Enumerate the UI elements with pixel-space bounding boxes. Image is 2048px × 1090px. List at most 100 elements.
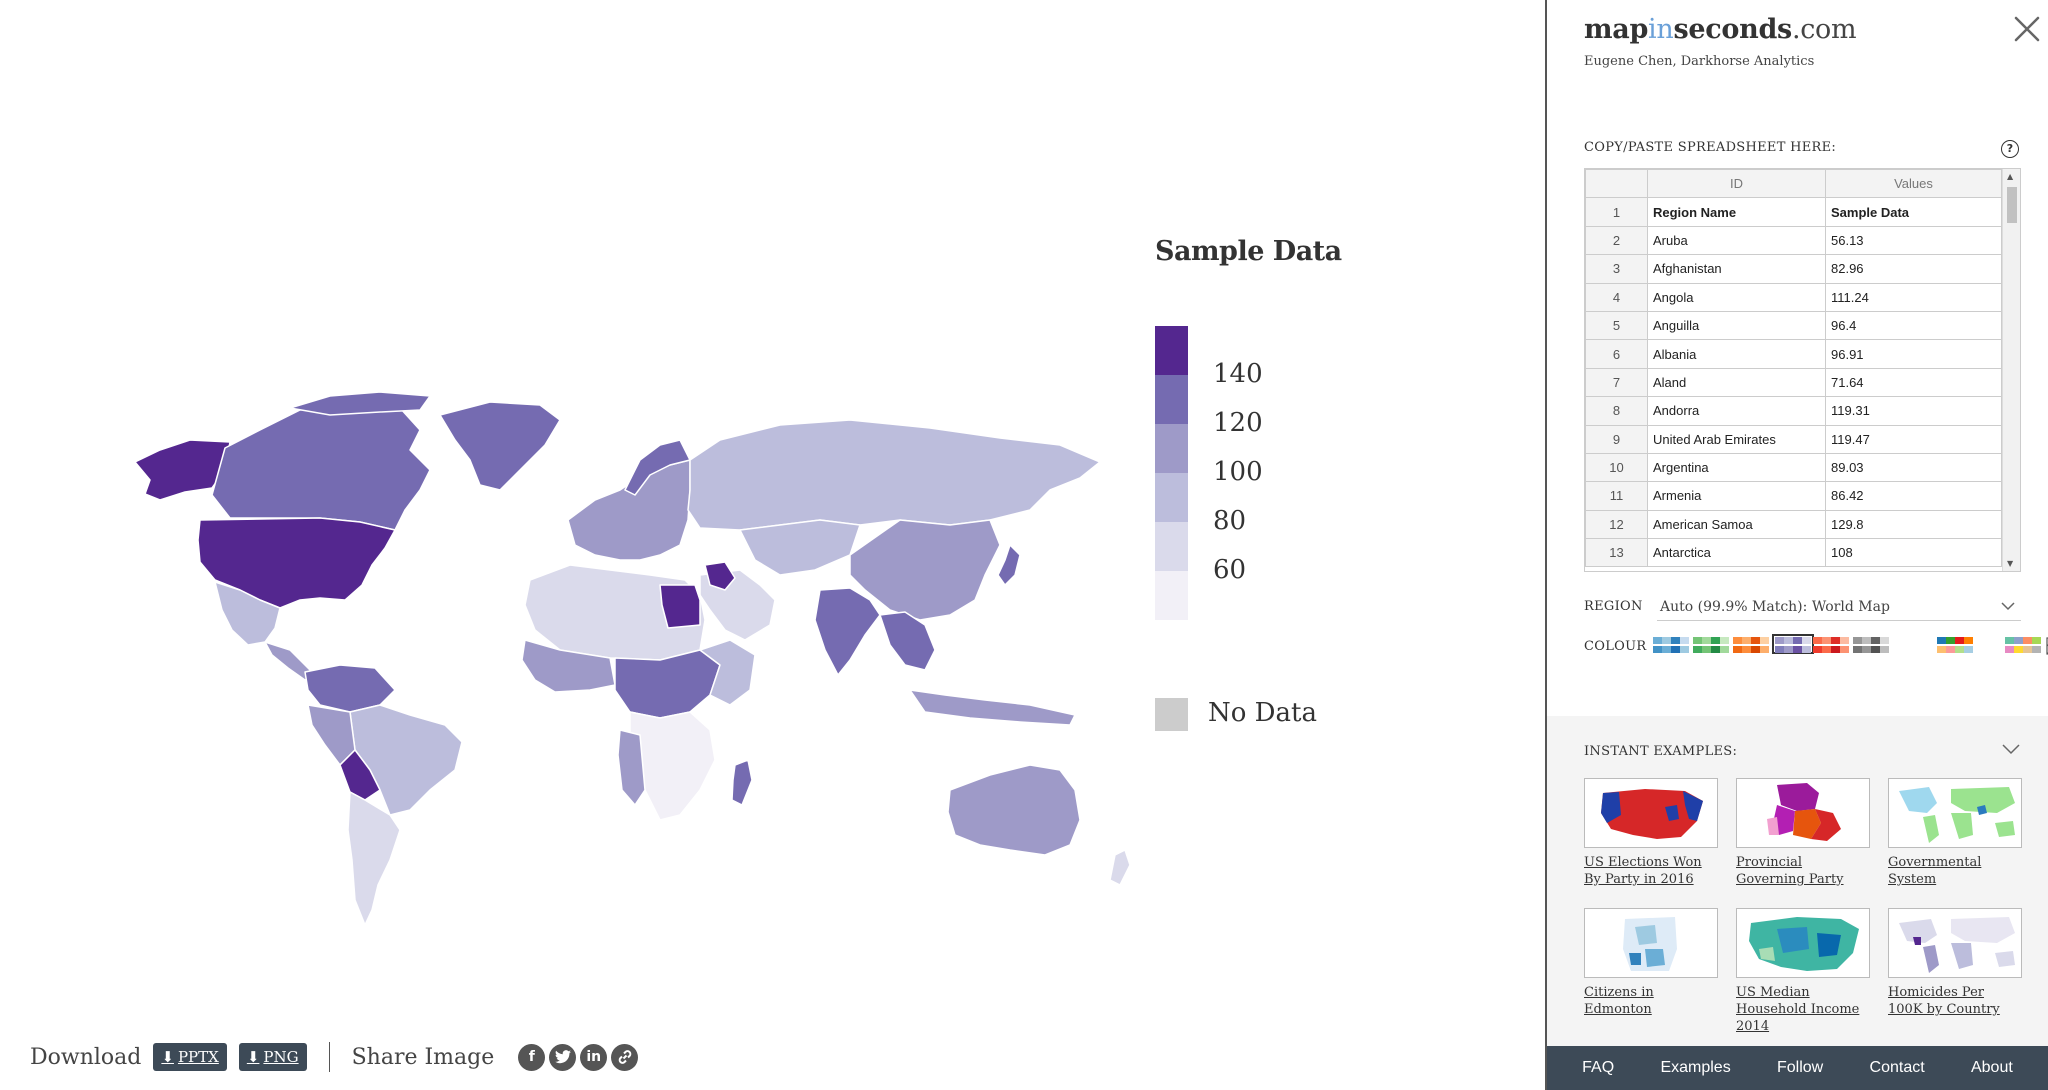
colour-palette[interactable] <box>1652 636 1690 656</box>
example-caption[interactable]: Governmental System <box>1888 854 2022 888</box>
value-cell[interactable]: 129.8 <box>1825 509 2002 540</box>
map-region-arctic-islands[interactable] <box>289 391 431 416</box>
value-cell[interactable]: 119.31 <box>1825 396 2002 426</box>
map-region-angola-namibia[interactable] <box>617 729 646 806</box>
example-caption[interactable]: Homicides Per 100K by Country <box>1888 984 2022 1018</box>
colour-palette[interactable] <box>1772 634 1814 654</box>
colour-palette[interactable] <box>1812 636 1850 656</box>
example-card[interactable]: Governmental System <box>1888 778 2022 888</box>
colour-palette[interactable] <box>1692 636 1730 656</box>
value-cell[interactable]: 89.03 <box>1825 452 2002 483</box>
brand-logo[interactable]: mapinseconds.com <box>1584 14 1857 45</box>
row-number-cell[interactable]: 4 <box>1585 282 1648 312</box>
colour-palette[interactable] <box>1732 636 1770 656</box>
example-thumbnail[interactable] <box>1888 778 2022 848</box>
example-thumbnail[interactable] <box>1888 908 2022 978</box>
row-number-cell[interactable]: 1 <box>1585 197 1648 227</box>
id-cell[interactable]: Armenia <box>1647 481 1826 511</box>
map-region-central-africa[interactable] <box>614 649 721 719</box>
map-region-russia[interactable] <box>687 419 1101 531</box>
footer-link-about[interactable]: About <box>1971 1059 2013 1077</box>
link-icon[interactable] <box>611 1043 639 1071</box>
value-cell[interactable]: 86.42 <box>1825 481 2002 511</box>
example-caption[interactable]: US Elections Won By Party in 2016 <box>1584 854 1718 888</box>
map-region-india[interactable] <box>814 587 881 676</box>
row-number-cell[interactable]: 3 <box>1585 254 1648 284</box>
colour-palette[interactable] <box>2004 636 2042 656</box>
example-card[interactable]: Provincial Governing Party <box>1736 778 1870 888</box>
example-card[interactable]: Homicides Per 100K by Country <box>1888 908 2022 1018</box>
map-region-canada[interactable] <box>211 404 431 531</box>
column-header-values[interactable]: Values <box>1825 169 2002 199</box>
value-cell[interactable]: 56.13 <box>1825 225 2002 256</box>
colour-palette[interactable] <box>1852 636 1890 656</box>
footer-link-examples[interactable]: Examples <box>1660 1059 1730 1077</box>
row-number-cell[interactable]: 10 <box>1585 452 1648 483</box>
example-caption[interactable]: US Median Household Income 2014 <box>1736 984 1870 1035</box>
value-cell[interactable]: 119.47 <box>1825 424 2002 454</box>
row-number-cell[interactable]: 5 <box>1585 310 1648 341</box>
example-caption[interactable]: Citizens in Edmonton <box>1584 984 1718 1018</box>
value-cell[interactable]: 71.64 <box>1825 367 2002 398</box>
map-region-egypt[interactable] <box>659 584 701 629</box>
id-cell[interactable]: Region Name <box>1647 197 1826 227</box>
value-cell[interactable]: 96.91 <box>1825 339 2002 369</box>
id-cell[interactable]: United Arab Emirates <box>1647 424 1826 454</box>
row-number-cell[interactable]: 6 <box>1585 339 1648 369</box>
linkedin-icon[interactable]: in <box>580 1043 608 1071</box>
id-cell[interactable]: Antarctica <box>1647 538 1826 568</box>
chevron-down-icon[interactable] <box>2002 742 2020 756</box>
row-number-cell[interactable]: 12 <box>1585 509 1648 540</box>
row-number-cell[interactable]: 13 <box>1585 538 1648 568</box>
footer-link-follow[interactable]: Follow <box>1777 1059 1823 1077</box>
value-cell[interactable]: 82.96 <box>1825 254 2002 284</box>
map-region-japan[interactable] <box>997 544 1021 586</box>
row-number-cell[interactable]: 11 <box>1585 481 1648 511</box>
map-region-australia[interactable] <box>947 764 1081 856</box>
region-select[interactable]: Auto (99.9% Match): World Map <box>1657 597 2021 621</box>
value-cell[interactable]: 96.4 <box>1825 310 2002 341</box>
example-caption[interactable]: Provincial Governing Party <box>1736 854 1870 888</box>
example-thumbnail[interactable] <box>1584 778 1718 848</box>
footer-link-contact[interactable]: Contact <box>1870 1059 1925 1077</box>
example-thumbnail[interactable] <box>1736 778 1870 848</box>
world-map[interactable] <box>0 0 1545 1000</box>
id-cell[interactable]: Anguilla <box>1647 310 1826 341</box>
id-cell[interactable]: Aland <box>1647 367 1826 398</box>
example-card[interactable]: US Elections Won By Party in 2016 <box>1584 778 1718 888</box>
spreadsheet-scrollbar[interactable]: ▲ ▼ <box>2002 169 2020 571</box>
map-region-madagascar[interactable] <box>731 759 753 806</box>
id-cell[interactable]: Andorra <box>1647 396 1826 426</box>
map-region-greenland[interactable] <box>439 401 561 491</box>
colour-palette[interactable] <box>1936 636 1974 656</box>
id-cell[interactable]: Argentina <box>1647 452 1826 483</box>
spreadsheet[interactable]: ID Values 1 Region Name Sample Data 2 Aruba 5… <box>1584 168 2021 572</box>
map-region-southeast-asia[interactable] <box>879 611 936 671</box>
facebook-icon[interactable]: f <box>518 1043 546 1071</box>
scroll-up-icon[interactable]: ▲ <box>2007 172 2013 181</box>
column-header-id[interactable]: ID <box>1647 169 1826 199</box>
id-cell[interactable]: Albania <box>1647 339 1826 369</box>
map-region-europe[interactable] <box>567 459 691 561</box>
map-region-new-zealand[interactable] <box>1109 849 1131 886</box>
twitter-icon[interactable] <box>549 1043 577 1071</box>
download-png-button[interactable]: ⬇ PNG <box>238 1043 307 1071</box>
map-region-indonesia[interactable] <box>909 689 1076 726</box>
example-card[interactable]: US Median Household Income 2014 <box>1736 908 1870 1035</box>
value-cell[interactable]: 111.24 <box>1825 282 2002 312</box>
example-thumbnail[interactable] <box>1736 908 1870 978</box>
example-card[interactable]: Citizens in Edmonton <box>1584 908 1718 1018</box>
row-number-cell[interactable]: 7 <box>1585 367 1648 398</box>
download-pptx-button[interactable]: ⬇ PPTX <box>153 1043 227 1071</box>
example-thumbnail[interactable] <box>1584 908 1718 978</box>
scrollbar-thumb[interactable] <box>2007 187 2017 223</box>
footer-link-faq[interactable]: FAQ <box>1582 1059 1614 1077</box>
row-number-cell[interactable]: 9 <box>1585 424 1648 454</box>
scroll-down-icon[interactable]: ▼ <box>2007 559 2013 568</box>
help-icon[interactable]: ? <box>2001 140 2019 158</box>
row-number-cell[interactable]: 2 <box>1585 225 1648 256</box>
map-region-central-asia[interactable] <box>739 519 861 576</box>
value-cell[interactable]: Sample Data <box>1825 197 2002 227</box>
value-cell[interactable]: 108 <box>1825 538 2002 568</box>
row-number-cell[interactable]: 8 <box>1585 396 1648 426</box>
